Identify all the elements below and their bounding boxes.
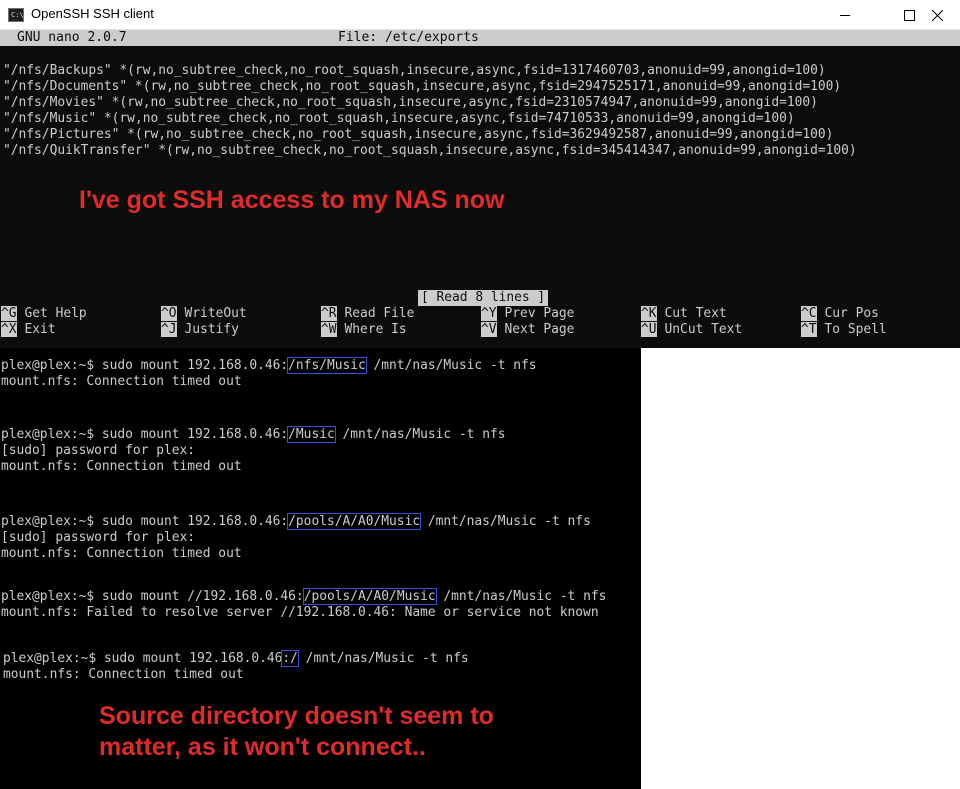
- shortcut-label: WriteOut: [184, 306, 247, 321]
- nano-status-message: [ Read 8 lines ]: [418, 290, 549, 306]
- window-titlebar: C:\ OpenSSH SSH client: [0, 0, 960, 30]
- command-text: plex@plex:~$ sudo mount 192.168.0.46:: [1, 358, 289, 373]
- console-app-icon: C:\: [8, 8, 24, 22]
- shortcut-label: Cut Text: [664, 306, 727, 321]
- exports-line[interactable]: "/nfs/Music" *(rw,no_subtree_check,no_ro…: [3, 111, 795, 127]
- maximize-icon: [903, 9, 915, 21]
- command-text: plex@plex:~$ sudo mount 192.168.0.46: [3, 651, 283, 666]
- highlighted-path: :/: [281, 650, 299, 667]
- exports-line[interactable]: "/nfs/Movies" *(rw,no_subtree_check,no_r…: [3, 95, 818, 111]
- shortcut-prev-page[interactable]: ^Y Prev Page: [481, 306, 574, 322]
- shortcut-key: ^W: [321, 322, 337, 337]
- shortcut-label: Justify: [184, 322, 239, 337]
- shortcut-to-spell[interactable]: ^T To Spell: [801, 322, 887, 338]
- highlighted-path: /pools/A/A0/Music: [302, 588, 437, 605]
- shortcut-get-help[interactable]: ^G Get Help: [1, 306, 87, 322]
- exports-line[interactable]: "/nfs/Documents" *(rw,no_subtree_check,n…: [3, 79, 841, 95]
- command-text: /mnt/nas/Music -t nfs: [334, 427, 506, 442]
- command-text: /mnt/nas/Music -t nfs: [297, 651, 469, 666]
- highlighted-path: /Music: [287, 426, 336, 443]
- terminal-command[interactable]: plex@plex:~$ sudo mount 192.168.0.46:/Mu…: [1, 426, 506, 443]
- terminal-output: mount.nfs: Connection timed out: [1, 459, 242, 474]
- terminal-command[interactable]: plex@plex:~$ sudo mount 192.168.0.46:/ /…: [3, 650, 469, 667]
- exports-line[interactable]: "/nfs/Pictures" *(rw,no_subtree_check,no…: [3, 127, 833, 143]
- shortcut-cut-text[interactable]: ^K Cut Text: [641, 306, 727, 322]
- shortcut-key: ^T: [801, 322, 817, 337]
- shortcut-key: ^J: [161, 322, 177, 337]
- terminal-command[interactable]: plex@plex:~$ sudo mount 192.168.0.46:/nf…: [1, 357, 537, 374]
- terminal-output: [sudo] password for plex:: [1, 443, 196, 458]
- terminal-command[interactable]: plex@plex:~$ sudo mount 192.168.0.46:/po…: [1, 513, 591, 530]
- minimize-button[interactable]: [822, 0, 868, 30]
- shortcut-key: ^R: [321, 306, 337, 321]
- shortcut-label: Exit: [24, 322, 56, 337]
- highlighted-path: /pools/A/A0/Music: [287, 513, 422, 530]
- shortcut-label: Where Is: [344, 322, 407, 337]
- shortcut-exit[interactable]: ^X Exit: [1, 322, 56, 338]
- shortcut-key: ^K: [641, 306, 657, 321]
- terminal-output: [sudo] password for plex:: [1, 530, 196, 545]
- command-text: plex@plex:~$ sudo mount 192.168.0.46:: [1, 427, 289, 442]
- nano-header-bar: GNU nano 2.0.7 File: /etc/exports: [0, 30, 960, 46]
- shortcut-label: Prev Page: [504, 306, 575, 321]
- shortcut-key: ^Y: [481, 306, 497, 321]
- annotation-bottom-line2: matter, as it won't connect..: [99, 733, 426, 761]
- shortcut-key: ^O: [161, 306, 177, 321]
- shortcut-writeout[interactable]: ^O WriteOut: [161, 306, 247, 322]
- command-text: /mnt/nas/Music -t nfs: [435, 589, 607, 604]
- shortcut-label: Cur Pos: [824, 306, 879, 321]
- window-title: OpenSSH SSH client: [31, 6, 154, 21]
- shortcut-label: Get Help: [24, 306, 87, 321]
- shortcut-uncut-text[interactable]: ^U UnCut Text: [641, 322, 742, 338]
- command-text: /mnt/nas/Music -t nfs: [365, 358, 537, 373]
- close-icon: [931, 9, 943, 21]
- command-text: plex@plex:~$ sudo mount 192.168.0.46:: [1, 514, 289, 529]
- annotation-bottom-line1: Source directory doesn't seem to: [99, 702, 494, 730]
- minimize-icon: [839, 14, 850, 16]
- shortcut-label: Next Page: [504, 322, 575, 337]
- exports-line[interactable]: "/nfs/QuikTransfer" *(rw,no_subtree_chec…: [3, 143, 857, 159]
- shortcut-read-file[interactable]: ^R Read File: [321, 306, 414, 322]
- shortcut-cur-pos[interactable]: ^C Cur Pos: [801, 306, 879, 322]
- shortcut-key: ^U: [641, 322, 657, 337]
- shortcut-key: ^V: [481, 322, 497, 337]
- shortcut-label: Read File: [344, 306, 415, 321]
- terminal-output: mount.nfs: Connection timed out: [1, 546, 242, 561]
- nano-file-title: File: /etc/exports: [338, 30, 479, 45]
- exports-line[interactable]: "/nfs/Backups" *(rw,no_subtree_check,no_…: [3, 63, 826, 79]
- shortcut-key: ^C: [801, 306, 817, 321]
- shortcut-label: To Spell: [824, 322, 887, 337]
- terminal-command[interactable]: plex@plex:~$ sudo mount //192.168.0.46:/…: [1, 588, 607, 605]
- close-button[interactable]: [914, 0, 960, 30]
- shortcut-label: UnCut Text: [664, 322, 743, 337]
- shortcut-next-page[interactable]: ^V Next Page: [481, 322, 574, 338]
- nano-version: GNU nano 2.0.7: [17, 30, 127, 45]
- shortcut-where-is[interactable]: ^W Where Is: [321, 322, 407, 338]
- annotation-top: I've got SSH access to my NAS now: [79, 186, 505, 214]
- terminal-output: mount.nfs: Failed to resolve server //19…: [1, 605, 599, 620]
- shortcut-justify[interactable]: ^J Justify: [161, 322, 239, 338]
- highlighted-path: /nfs/Music: [287, 357, 367, 374]
- command-text: plex@plex:~$ sudo mount //192.168.0.46:: [1, 589, 304, 604]
- command-text: /mnt/nas/Music -t nfs: [420, 514, 591, 529]
- shortcut-key: ^G: [1, 306, 17, 321]
- terminal-output: mount.nfs: Connection timed out: [1, 374, 242, 389]
- terminal-output: mount.nfs: Connection timed out: [3, 667, 244, 682]
- shortcut-key: ^X: [1, 322, 17, 337]
